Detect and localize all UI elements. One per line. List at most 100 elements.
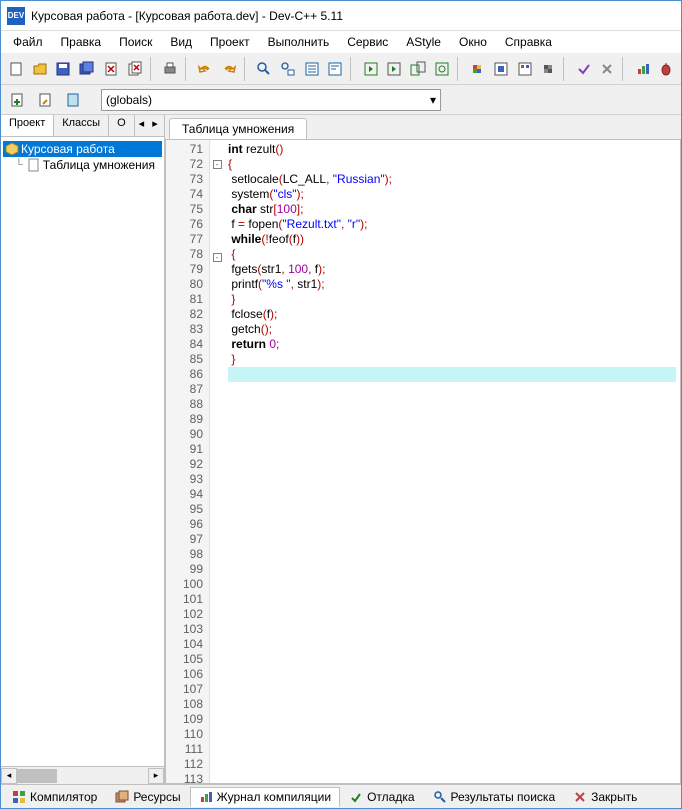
scroll-left-button[interactable]: ◂ [1,768,17,784]
code-line[interactable]: { [228,157,676,172]
code-line[interactable]: system("cls"); [228,187,676,202]
undo-button[interactable] [194,57,216,81]
code-line[interactable]: int rezult() [228,142,676,157]
code-line[interactable] [228,442,676,457]
scroll-thumb[interactable] [17,769,57,783]
code-line[interactable] [228,397,676,412]
menu-item[interactable]: Правка [53,33,110,51]
code-line[interactable] [228,472,676,487]
code-line[interactable] [228,367,676,382]
tab-search-results[interactable]: Результаты поиска [424,787,565,807]
code-content[interactable]: int rezult(){ setlocale(LC_ALL, "Russian… [224,140,680,783]
cancel-button[interactable] [596,57,618,81]
code-line[interactable]: } [228,292,676,307]
compile-button[interactable] [360,57,382,81]
scroll-right-button[interactable]: ▸ [148,768,164,784]
save-button[interactable] [53,57,75,81]
code-line[interactable] [228,742,676,757]
code-line[interactable] [228,667,676,682]
menu-item[interactable]: Вид [162,33,200,51]
code-line[interactable]: return 0; [228,337,676,352]
tab-close[interactable]: Закрыть [564,787,646,807]
run-button[interactable] [383,57,405,81]
menu-item[interactable]: AStyle [398,33,449,51]
tab-nav-right[interactable]: ▸ [148,115,162,136]
code-line[interactable]: getch(); [228,322,676,337]
code-line[interactable] [228,622,676,637]
debug-button[interactable] [466,57,488,81]
code-line[interactable] [228,757,676,772]
bug-button[interactable] [655,57,677,81]
tab-project[interactable]: Проект [1,115,54,136]
close-all-button[interactable] [124,57,146,81]
code-line[interactable] [228,412,676,427]
left-panel-scrollbar[interactable]: ◂ ▸ [1,766,164,784]
find-in-files-button[interactable] [301,57,323,81]
code-line[interactable]: setlocale(LC_ALL, "Russian"); [228,172,676,187]
check-button[interactable] [573,57,595,81]
new-file-button[interactable] [5,57,27,81]
menu-item[interactable]: Выполнить [260,33,338,51]
print-button[interactable] [159,57,181,81]
profile-button[interactable] [514,57,536,81]
tab-resources[interactable]: Ресурсы [106,787,189,807]
code-line[interactable] [228,592,676,607]
code-line[interactable]: fgets(str1, 100, f); [228,262,676,277]
fold-toggle[interactable]: - [213,253,222,262]
close-button[interactable] [100,57,122,81]
tab-compile-log[interactable]: Журнал компиляции [190,787,340,807]
code-line[interactable] [228,652,676,667]
menu-item[interactable]: Сервис [339,33,396,51]
fold-toggle[interactable]: - [213,160,222,169]
code-line[interactable]: f = fopen("Rezult.txt", "r"); [228,217,676,232]
menu-item[interactable]: Проект [202,33,258,51]
tab-nav-left[interactable]: ◂ [135,115,149,136]
menu-item[interactable]: Справка [497,33,560,51]
tab-classes[interactable]: Классы [54,115,109,136]
code-line[interactable] [228,772,676,784]
stop-button[interactable] [490,57,512,81]
scroll-track[interactable] [17,768,148,784]
save-all-button[interactable] [76,57,98,81]
delete-profile-button[interactable] [537,57,559,81]
code-line[interactable]: } [228,352,676,367]
code-line[interactable] [228,607,676,622]
open-file-button[interactable] [29,57,51,81]
chart-button[interactable] [632,57,654,81]
menu-item[interactable]: Файл [5,33,51,51]
code-line[interactable] [228,577,676,592]
code-line[interactable] [228,532,676,547]
find-button[interactable] [253,57,275,81]
code-line[interactable]: { [228,247,676,262]
code-line[interactable]: fclose(f); [228,307,676,322]
new-project-button[interactable] [5,88,29,112]
code-line[interactable] [228,562,676,577]
code-line[interactable] [228,697,676,712]
rebuild-button[interactable] [431,57,453,81]
code-line[interactable] [228,502,676,517]
tree-root[interactable]: Курсовая работа [3,141,162,157]
code-line[interactable] [228,457,676,472]
code-line[interactable] [228,382,676,397]
menu-item[interactable]: Окно [451,33,495,51]
code-line[interactable]: while(!feof(f)) [228,232,676,247]
tab-compiler[interactable]: Компилятор [3,787,106,807]
code-line[interactable] [228,727,676,742]
remove-file-button[interactable] [61,88,85,112]
code-line[interactable] [228,637,676,652]
tree-child[interactable]: Таблица умножения [25,157,157,173]
code-line[interactable] [228,487,676,502]
code-line[interactable] [228,712,676,727]
code-line[interactable] [228,427,676,442]
add-file-button[interactable] [33,88,57,112]
code-line[interactable] [228,682,676,697]
tab-debug[interactable]: Отладка [340,787,423,807]
code-line[interactable]: char str[100]; [228,202,676,217]
compile-run-button[interactable] [407,57,429,81]
code-line[interactable]: printf("%s ", str1); [228,277,676,292]
tab-debug[interactable]: О [109,115,135,136]
replace-button[interactable] [277,57,299,81]
globals-combo[interactable]: (globals) ▾ [101,89,441,111]
redo-button[interactable] [218,57,240,81]
code-line[interactable] [228,517,676,532]
